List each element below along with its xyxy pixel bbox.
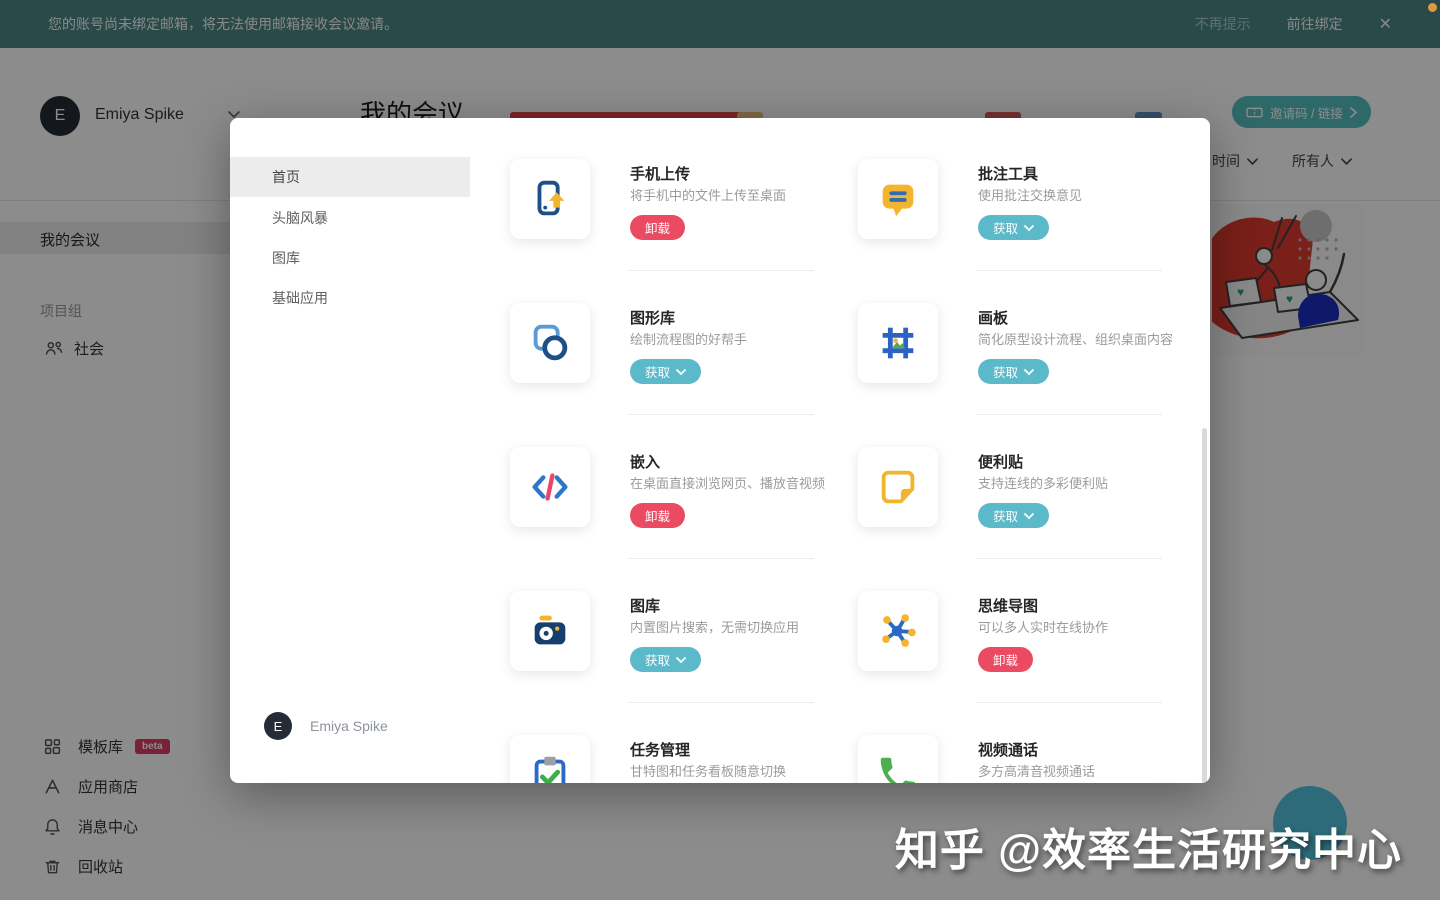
- app-card-task-manager: 任务管理 甘特图和任务看板随意切换: [510, 735, 860, 783]
- chevron-down-icon: [676, 657, 686, 663]
- chevron-down-icon: [1024, 513, 1034, 519]
- app-desc: 内置图片搜索，无需切换应用: [630, 617, 799, 636]
- app-name: 画板: [978, 307, 1008, 328]
- comment-icon: [858, 159, 938, 239]
- divider: [976, 702, 1162, 703]
- app-card-phone-upload: 手机上传 将手机中的文件上传至桌面 卸载: [510, 159, 860, 303]
- modal-nav-brainstorm[interactable]: 头脑风暴: [230, 198, 470, 238]
- uninstall-button[interactable]: 卸载: [630, 215, 685, 240]
- app-desc: 甘特图和任务看板随意切换: [630, 761, 786, 780]
- app-store-modal: 首页 头脑风暴 图库 基础应用 E Emiya Spike 手机上传 将手机中的…: [230, 118, 1210, 783]
- app-card-sticky-note: 便利贴 支持连线的多彩便利贴 获取: [858, 447, 1208, 591]
- avatar: E: [264, 712, 292, 740]
- app-desc: 支持连线的多彩便利贴: [978, 473, 1108, 492]
- app-desc: 将手机中的文件上传至桌面: [630, 185, 786, 204]
- phone-upload-icon: [510, 159, 590, 239]
- app-name: 嵌入: [630, 451, 660, 472]
- app-name: 图库: [630, 595, 660, 616]
- app-card-image-gallery: 图库 内置图片搜索，无需切换应用 获取: [510, 591, 860, 735]
- app-card-comment-tool: 批注工具 使用批注交换意见 获取: [858, 159, 1208, 303]
- app-name: 批注工具: [978, 163, 1038, 184]
- app-name: 手机上传: [630, 163, 690, 184]
- app-card-shape-library: 图形库 绘制流程图的好帮手 获取: [510, 303, 860, 447]
- app-name: 便利贴: [978, 451, 1023, 472]
- divider: [628, 702, 814, 703]
- app-desc: 绘制流程图的好帮手: [630, 329, 747, 348]
- app-name: 图形库: [630, 307, 675, 328]
- modal-nav-home[interactable]: 首页: [230, 157, 470, 197]
- divider: [628, 558, 814, 559]
- get-button[interactable]: 获取: [978, 503, 1049, 528]
- app-card-mindmap: 思维导图 可以多人实时在线协作 卸载: [858, 591, 1208, 735]
- app-name: 思维导图: [978, 595, 1038, 616]
- app-desc: 在桌面直接浏览网页、播放音视频: [630, 473, 825, 492]
- modal-nav-gallery[interactable]: 图库: [230, 238, 470, 278]
- sticky-note-icon: [858, 447, 938, 527]
- divider: [976, 270, 1162, 271]
- get-button[interactable]: 获取: [978, 359, 1049, 384]
- shapes-icon: [510, 303, 590, 383]
- modal-user: E Emiya Spike: [264, 712, 388, 740]
- uninstall-button[interactable]: 卸载: [978, 647, 1033, 672]
- chevron-down-icon: [1024, 369, 1034, 375]
- app-desc: 使用批注交换意见: [978, 185, 1082, 204]
- app-window: 您的账号尚未绑定邮箱，将无法使用邮箱接收会议邀请。 不再提示 前往绑定 ✕ E …: [0, 0, 1440, 900]
- divider: [976, 558, 1162, 559]
- app-card-video-call: 视频通话 多方高清音视频通话: [858, 735, 1208, 783]
- chevron-down-icon: [1024, 225, 1034, 231]
- app-card-canvas: 画板 简化原型设计流程、组织桌面内容 获取: [858, 303, 1208, 447]
- modal-user-name: Emiya Spike: [310, 718, 388, 734]
- app-desc: 可以多人实时在线协作: [978, 617, 1108, 636]
- app-card-embed: 嵌入 在桌面直接浏览网页、播放音视频 卸载: [510, 447, 860, 591]
- scrollbar-thumb[interactable]: [1202, 428, 1207, 783]
- app-desc: 多方高清音视频通话: [978, 761, 1095, 780]
- app-name: 视频通话: [978, 739, 1038, 760]
- phone-call-icon: [858, 735, 938, 783]
- chevron-down-icon: [676, 369, 686, 375]
- clipboard-icon: [510, 735, 590, 783]
- modal-nav: 首页 头脑风暴 图库 基础应用: [230, 118, 470, 783]
- divider: [628, 270, 814, 271]
- embed-icon: [510, 447, 590, 527]
- divider: [976, 414, 1162, 415]
- recording-dot-icon: [1428, 3, 1437, 12]
- uninstall-button[interactable]: 卸载: [630, 503, 685, 528]
- mindmap-icon: [858, 591, 938, 671]
- watermark: 知乎 @效率生活研究中心: [895, 814, 1402, 878]
- camera-icon: [510, 591, 590, 671]
- get-button[interactable]: 获取: [630, 359, 701, 384]
- watermark-brand: 知乎: [895, 826, 985, 875]
- get-button[interactable]: 获取: [978, 215, 1049, 240]
- modal-nav-basic-apps[interactable]: 基础应用: [230, 278, 470, 318]
- app-desc: 简化原型设计流程、组织桌面内容: [978, 329, 1173, 348]
- divider: [628, 414, 814, 415]
- get-button[interactable]: 获取: [630, 647, 701, 672]
- app-name: 任务管理: [630, 739, 690, 760]
- watermark-handle: @效率生活研究中心: [998, 826, 1402, 875]
- frame-icon: [858, 303, 938, 383]
